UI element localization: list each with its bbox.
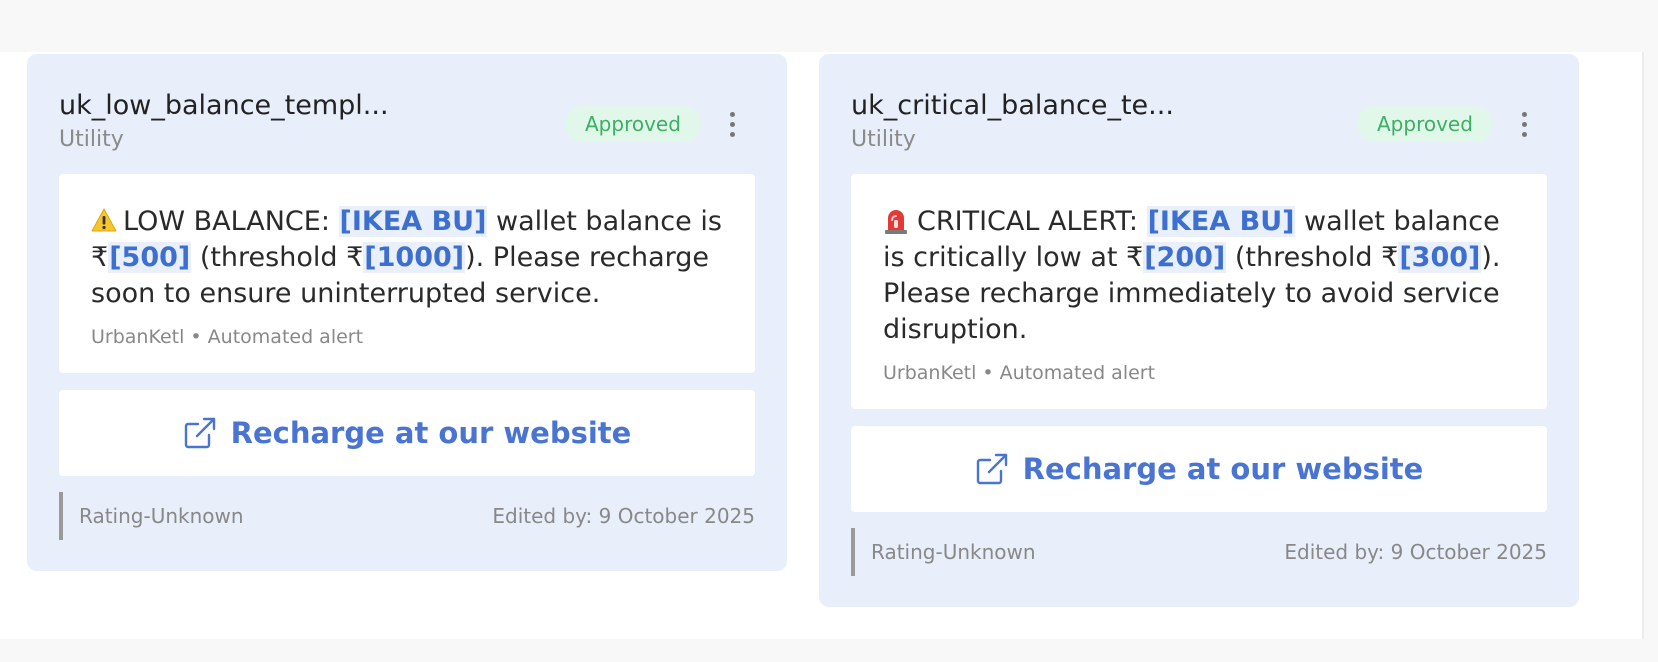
recharge-button[interactable]: Recharge at our website — [59, 390, 755, 476]
template-card-critical-balance[interactable]: uk_critical_balance_te... Utility Approv… — [819, 54, 1579, 607]
warning-icon — [91, 208, 117, 232]
template-name: uk_low_balance_templ... — [59, 90, 389, 121]
variable-balance: [200] — [1143, 242, 1227, 273]
scrollbar-track[interactable] — [1642, 52, 1644, 639]
more-options-button[interactable] — [720, 106, 744, 142]
quality-rating: Rating-Unknown — [59, 492, 244, 540]
variable-balance: [500] — [108, 242, 192, 273]
template-name: uk_critical_balance_te... — [851, 90, 1174, 121]
variable-threshold: [1000] — [363, 242, 466, 273]
message-footer: UrbanKetl • Automated alert — [883, 362, 1156, 384]
external-link-icon — [184, 417, 215, 449]
message-text-part: (threshold ₹ — [191, 242, 364, 273]
recharge-button-label: Recharge at our website — [230, 416, 632, 450]
message-prefix: CRITICAL ALERT: — [917, 206, 1147, 237]
variable-business-unit: [IKEA BU] — [1146, 206, 1296, 237]
siren-icon — [885, 210, 907, 234]
recharge-button[interactable]: Recharge at our website — [851, 426, 1547, 512]
message-body: LOW BALANCE: [IKEA BU] wallet balance is… — [59, 174, 755, 373]
edited-date: Edited by: 9 October 2025 — [1284, 540, 1547, 564]
more-vertical-icon — [1521, 111, 1527, 117]
more-options-button[interactable] — [1512, 106, 1536, 142]
template-card-low-balance[interactable]: uk_low_balance_templ... Utility Approved… — [27, 54, 787, 571]
message-body: CRITICAL ALERT: [IKEA BU] wallet balance… — [851, 174, 1547, 409]
message-text-part: (threshold ₹ — [1226, 242, 1399, 273]
message-prefix: LOW BALANCE: — [123, 206, 339, 237]
status-badge: Approved — [565, 106, 701, 142]
more-vertical-icon-dot — [729, 121, 735, 127]
message-text: LOW BALANCE: [IKEA BU] wallet balance is… — [91, 204, 723, 312]
variable-threshold: [300] — [1398, 242, 1482, 273]
recharge-button-label: Recharge at our website — [1022, 452, 1424, 486]
external-link-icon — [976, 453, 1007, 485]
variable-business-unit: [IKEA BU] — [338, 206, 488, 237]
status-badge: Approved — [1357, 106, 1493, 142]
more-vertical-icon-dot — [729, 131, 735, 137]
template-category: Utility — [59, 127, 124, 152]
more-vertical-icon-dot — [1521, 121, 1527, 127]
message-text: CRITICAL ALERT: [IKEA BU] wallet balance… — [883, 204, 1515, 348]
more-vertical-icon — [729, 111, 735, 117]
quality-rating: Rating-Unknown — [851, 528, 1036, 576]
template-category: Utility — [851, 127, 916, 152]
more-vertical-icon-dot — [1521, 131, 1527, 137]
message-footer: UrbanKetl • Automated alert — [91, 326, 364, 348]
edited-date: Edited by: 9 October 2025 — [492, 504, 755, 528]
